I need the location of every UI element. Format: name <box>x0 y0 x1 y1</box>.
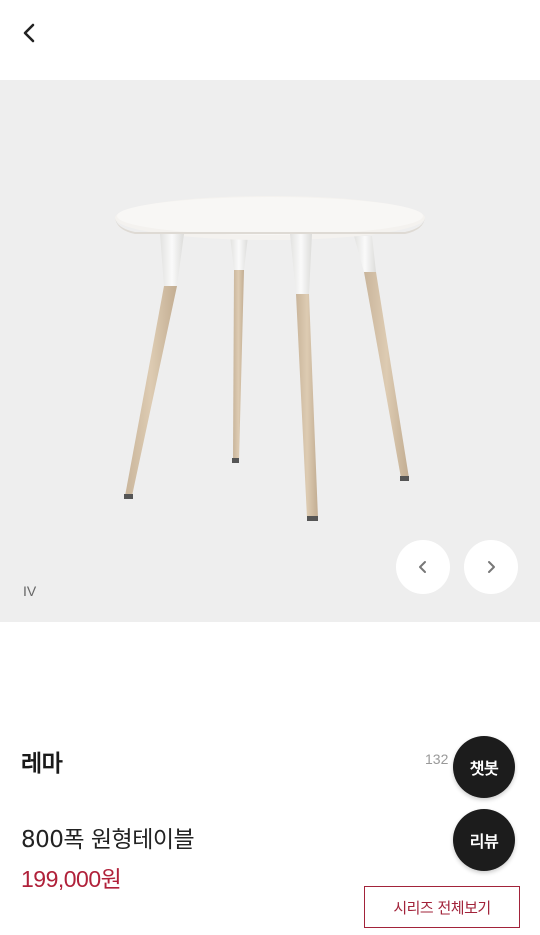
series-name: 레마 <box>21 751 63 777</box>
product-name: 800폭 원형테이블 <box>21 827 195 853</box>
image-label: IV <box>23 583 37 599</box>
chatbot-button[interactable]: 챗봇 <box>453 736 515 798</box>
product-price: 199,000원 <box>21 866 122 892</box>
chevron-left-icon <box>419 561 426 573</box>
product-image-gallery[interactable]: IV <box>0 80 540 622</box>
top-bar <box>0 0 540 80</box>
gallery-next-button[interactable] <box>464 540 518 594</box>
chevron-left-icon <box>23 23 35 43</box>
like-count: 132 <box>425 751 449 767</box>
back-button[interactable] <box>14 18 44 48</box>
gallery-prev-button[interactable] <box>396 540 450 594</box>
review-button[interactable]: 리뷰 <box>453 809 515 871</box>
view-all-series-button[interactable]: 시리즈 전체보기 <box>364 886 520 928</box>
chevron-right-icon <box>488 561 495 573</box>
product-image <box>115 196 425 521</box>
